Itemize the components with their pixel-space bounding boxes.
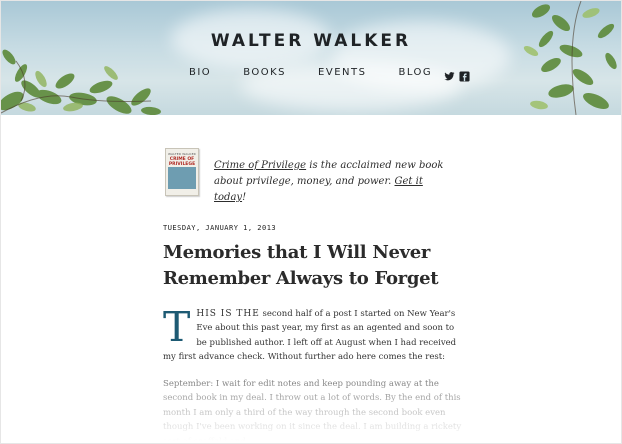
- lead-small-caps: HIS IS THE: [196, 309, 260, 319]
- main-nav: BIO BOOKS EVENTS BLOG: [189, 67, 470, 82]
- book-cover-band: [168, 167, 196, 189]
- foliage-left-image: [1, 49, 161, 115]
- post-paragraph-2: September: I wait for edit notes and kee…: [163, 379, 462, 444]
- promo-text: Crime of Privilege is the acclaimed new …: [214, 158, 454, 206]
- book-cover-image[interactable]: WALTER WALKER CRIME OF PRIVILEGE: [165, 148, 199, 196]
- promo-text-end: !: [242, 192, 247, 203]
- site-header: WALTER WALKER BIO BOOKS EVENTS BLOG: [1, 1, 621, 115]
- book-cover-title: CRIME OF PRIVILEGE: [168, 157, 196, 167]
- book-cover-author: WALTER WALKER: [168, 152, 196, 156]
- nav-item-events[interactable]: EVENTS: [318, 67, 366, 78]
- twitter-icon[interactable]: [444, 67, 455, 81]
- post-title[interactable]: Memories that I Will Never Remember Alwa…: [163, 240, 463, 292]
- site-title[interactable]: WALTER WALKER: [1, 31, 621, 51]
- nav-item-bio[interactable]: BIO: [189, 67, 211, 78]
- drop-cap: T: [163, 303, 191, 351]
- book-promo: WALTER WALKER CRIME OF PRIVILEGE Crime o…: [165, 148, 465, 208]
- nav-item-blog[interactable]: BLOG: [398, 67, 432, 78]
- post-paragraph-1: T HIS IS THE second half of a post I star…: [163, 307, 463, 365]
- nav-item-books[interactable]: BOOKS: [243, 67, 286, 78]
- post-date: TUESDAY, JANUARY 1, 2013: [163, 224, 277, 232]
- social-links: [440, 67, 470, 82]
- foliage-right-image: [523, 1, 617, 115]
- facebook-icon[interactable]: [459, 67, 470, 82]
- book-title-link[interactable]: Crime of Privilege: [214, 160, 306, 171]
- page-frame: WALTER WALKER BIO BOOKS EVENTS BLOG WALT…: [0, 0, 622, 444]
